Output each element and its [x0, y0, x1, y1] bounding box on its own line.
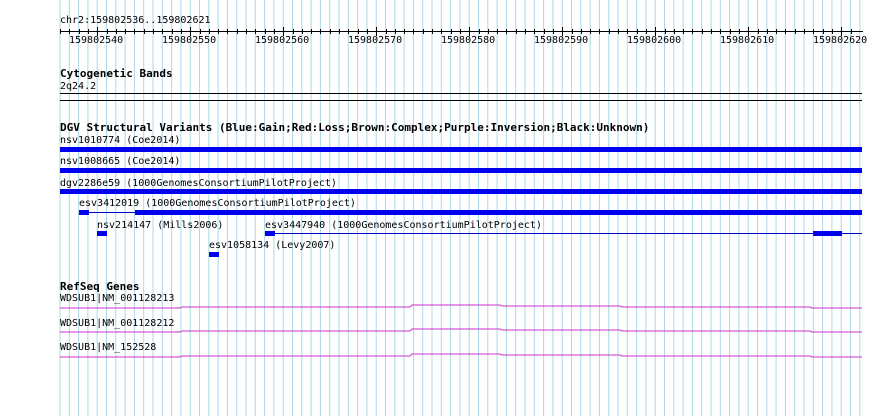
gene-line[interactable] [60, 353, 862, 358]
gene-line[interactable] [60, 304, 862, 309]
genome-browser: chr2:159802536..159802621 159802540 1598… [0, 0, 890, 416]
refseq-gene-lines[interactable] [0, 0, 890, 416]
gene-line[interactable] [60, 328, 862, 333]
